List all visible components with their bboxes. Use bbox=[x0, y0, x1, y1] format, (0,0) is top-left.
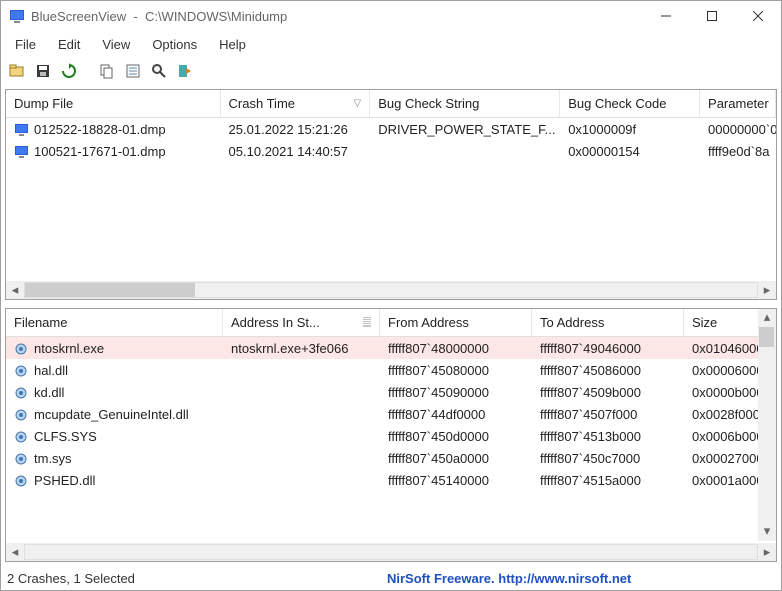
menu-file[interactable]: File bbox=[5, 34, 46, 55]
module-icon bbox=[14, 408, 30, 422]
module-row[interactable]: kd.dllfffff807`45090000fffff807`4509b000… bbox=[6, 381, 776, 403]
module-icon bbox=[14, 474, 30, 488]
module-icon bbox=[14, 386, 30, 400]
scroll-right-icon[interactable]: ▸ bbox=[758, 544, 776, 560]
scroll-right-icon[interactable]: ▸ bbox=[758, 282, 776, 298]
module-row[interactable]: ntoskrnl.exentoskrnl.exe+3fe066fffff807`… bbox=[6, 337, 776, 359]
toolbar bbox=[1, 57, 781, 85]
col-size[interactable]: Size bbox=[684, 309, 766, 336]
minimize-button[interactable] bbox=[643, 1, 689, 31]
scroll-up-icon[interactable]: ▴ bbox=[758, 309, 776, 327]
module-row[interactable]: tm.sysfffff807`450a0000fffff807`450c7000… bbox=[6, 447, 776, 469]
toolbar-save-icon[interactable] bbox=[33, 61, 53, 81]
menu-edit[interactable]: Edit bbox=[48, 34, 90, 55]
window-title: BlueScreenView - C:\WINDOWS\Minidump bbox=[31, 9, 643, 24]
module-row[interactable]: PSHED.dllfffff807`45140000fffff807`4515a… bbox=[6, 469, 776, 491]
toolbar-copy-icon[interactable] bbox=[97, 61, 117, 81]
toolbar-exit-icon[interactable] bbox=[175, 61, 195, 81]
col-address-in-stack[interactable]: Address In St... 𝄛 bbox=[223, 309, 380, 336]
app-icon bbox=[9, 8, 25, 24]
dump-list-hscrollbar[interactable]: ◂ ▸ bbox=[6, 281, 776, 299]
scroll-down-icon[interactable]: ▾ bbox=[758, 523, 776, 541]
col-crash-time[interactable]: Crash Time▽ bbox=[221, 90, 371, 117]
col-to-address[interactable]: To Address bbox=[532, 309, 684, 336]
close-button[interactable] bbox=[735, 1, 781, 31]
status-left: 2 Crashes, 1 Selected bbox=[7, 571, 387, 586]
dump-list-pane: Dump File Crash Time▽ Bug Check String B… bbox=[5, 89, 777, 300]
dump-row[interactable]: 012522-18828-01.dmp25.01.2022 15:21:26DR… bbox=[6, 118, 776, 140]
monitor-icon bbox=[14, 123, 30, 137]
module-row[interactable]: mcupdate_GenuineIntel.dllfffff807`44df00… bbox=[6, 403, 776, 425]
col-dump-file[interactable]: Dump File bbox=[6, 90, 221, 117]
titlebar[interactable]: BlueScreenView - C:\WINDOWS\Minidump bbox=[1, 1, 781, 31]
dump-list-header: Dump File Crash Time▽ Bug Check String B… bbox=[6, 90, 776, 118]
module-icon bbox=[14, 364, 30, 378]
module-list-header: Filename Address In St... 𝄛 From Address… bbox=[6, 309, 776, 337]
toolbar-properties-icon[interactable] bbox=[123, 61, 143, 81]
module-icon bbox=[14, 452, 30, 466]
scroll-left-icon[interactable]: ◂ bbox=[6, 282, 24, 298]
maximize-button[interactable] bbox=[689, 1, 735, 31]
module-row[interactable]: CLFS.SYSfffff807`450d0000fffff807`4513b0… bbox=[6, 425, 776, 447]
dump-row[interactable]: 100521-17671-01.dmp05.10.2021 14:40:570x… bbox=[6, 140, 776, 162]
status-right: NirSoft Freeware. http://www.nirsoft.net bbox=[387, 571, 631, 586]
menu-view[interactable]: View bbox=[92, 34, 140, 55]
module-list-hscrollbar[interactable]: ◂ ▸ bbox=[6, 543, 776, 561]
col-bug-check-code[interactable]: Bug Check Code bbox=[560, 90, 700, 117]
col-filename[interactable]: Filename bbox=[6, 309, 223, 336]
module-list-pane: Filename Address In St... 𝄛 From Address… bbox=[5, 308, 777, 562]
toolbar-find-icon[interactable] bbox=[149, 61, 169, 81]
module-icon bbox=[14, 342, 30, 356]
monitor-icon bbox=[14, 145, 30, 159]
toolbar-open-icon[interactable] bbox=[7, 61, 27, 81]
module-icon bbox=[14, 430, 30, 444]
col-from-address[interactable]: From Address bbox=[380, 309, 532, 336]
col-bug-check-string[interactable]: Bug Check String bbox=[370, 90, 560, 117]
toolbar-refresh-icon[interactable] bbox=[59, 61, 79, 81]
module-row[interactable]: hal.dllfffff807`45080000fffff807`4508600… bbox=[6, 359, 776, 381]
scroll-left-icon[interactable]: ◂ bbox=[6, 544, 24, 560]
sort-desc-icon: ▽ bbox=[354, 98, 362, 109]
menubar: File Edit View Options Help bbox=[1, 31, 781, 57]
sort-indicator-icon: 𝄛 bbox=[357, 317, 371, 328]
menu-help[interactable]: Help bbox=[209, 34, 256, 55]
menu-options[interactable]: Options bbox=[142, 34, 207, 55]
col-parameter[interactable]: Parameter bbox=[700, 90, 776, 117]
module-list-vscrollbar[interactable]: ▴ ▾ bbox=[758, 309, 776, 541]
statusbar: 2 Crashes, 1 Selected NirSoft Freeware. … bbox=[1, 566, 781, 590]
